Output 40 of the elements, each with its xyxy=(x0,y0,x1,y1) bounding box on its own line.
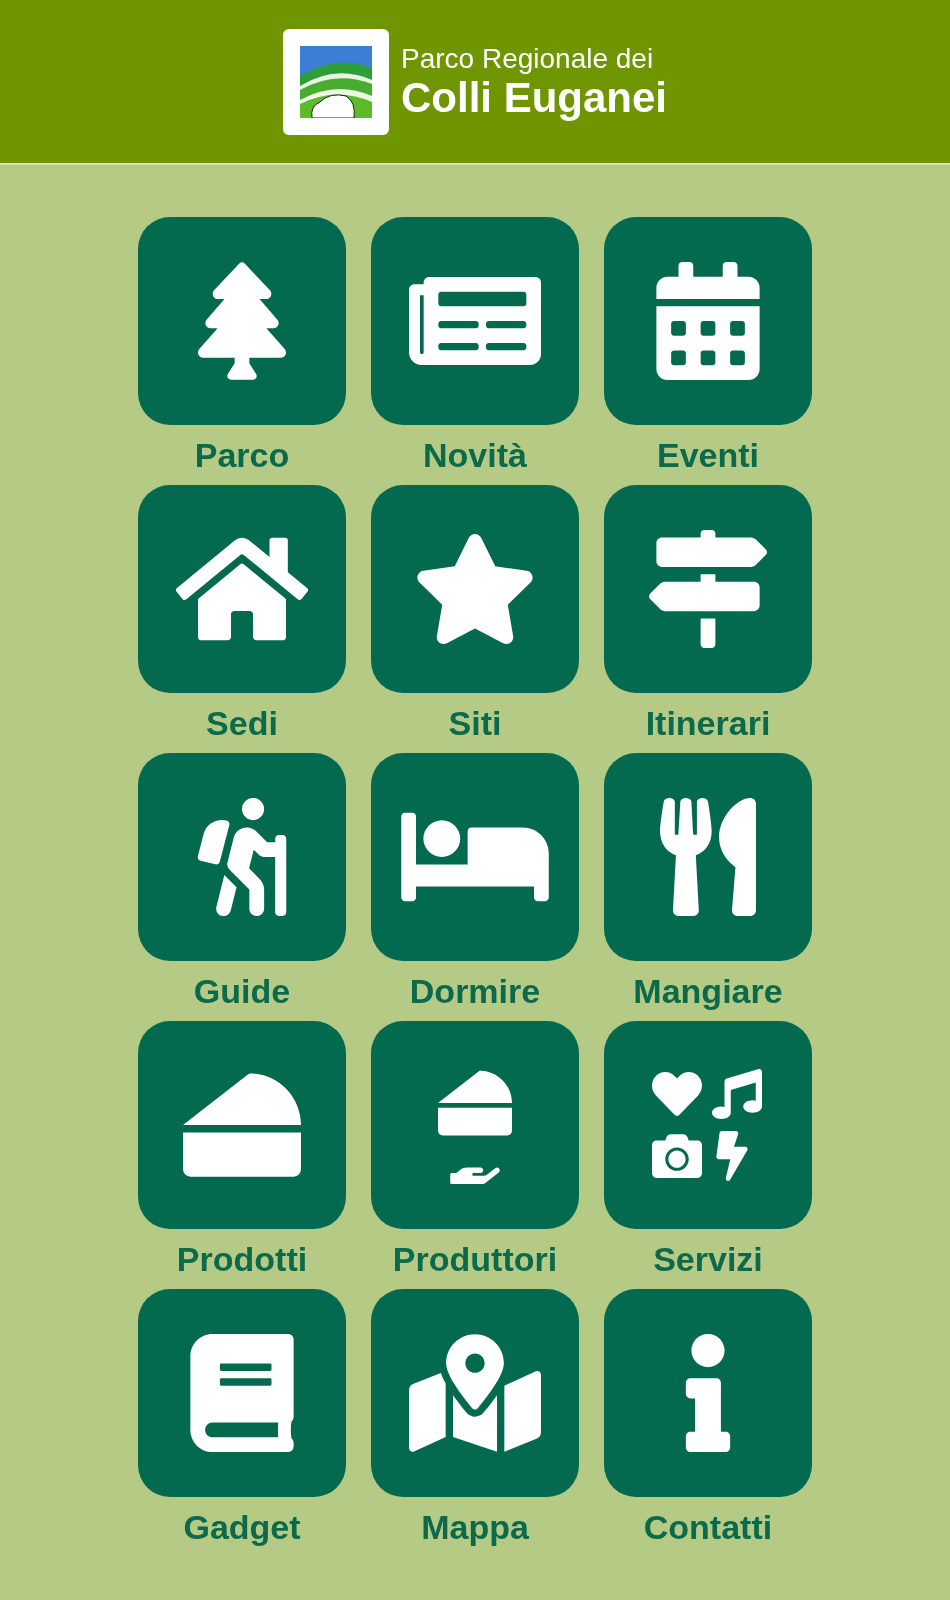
book-icon xyxy=(190,1334,294,1452)
menu-tile[interactable] xyxy=(371,1289,579,1497)
menu-label: Dormire xyxy=(409,971,541,1012)
menu-tile[interactable] xyxy=(138,1021,346,1229)
menu-label: Servizi xyxy=(653,1239,763,1280)
menu-tile[interactable] xyxy=(371,753,579,961)
menu-label: Siti xyxy=(448,703,502,744)
menu-label: Novità xyxy=(423,435,527,476)
menu-label: Parco xyxy=(194,435,290,476)
menu-tile[interactable] xyxy=(371,485,579,693)
logo-subtitle: Parco Regionale dei xyxy=(401,42,655,75)
calendar-icon xyxy=(656,262,760,380)
menu-tile[interactable] xyxy=(138,1289,346,1497)
menu-tile[interactable] xyxy=(138,753,346,961)
menu-label: Contatti xyxy=(643,1507,773,1548)
menu-label: Gadget xyxy=(183,1507,301,1548)
menu-label: Prodotti xyxy=(176,1239,308,1280)
menu-label: Produttori xyxy=(392,1239,558,1280)
menu-tile[interactable] xyxy=(138,217,346,425)
menu-label: Sedi xyxy=(206,703,278,744)
cutlery-icon xyxy=(660,798,756,916)
menu-tile[interactable] xyxy=(604,753,812,961)
logo-title: Colli Euganei xyxy=(401,74,667,121)
hiker-icon xyxy=(197,798,287,916)
menu-tile[interactable] xyxy=(604,1021,812,1229)
menu-label: Guide xyxy=(193,971,291,1012)
menu-tile[interactable] xyxy=(604,217,812,425)
menu-tile[interactable] xyxy=(604,485,812,693)
menu-label: Mangiare xyxy=(633,971,783,1012)
signpost-icon xyxy=(649,530,767,648)
menu-label: Mappa xyxy=(421,1507,529,1548)
menu-tile[interactable] xyxy=(371,217,579,425)
menu-tile[interactable] xyxy=(371,1021,579,1229)
tree-icon xyxy=(198,262,286,380)
menu-label: Eventi xyxy=(656,435,759,476)
map-pin-icon xyxy=(409,1334,541,1452)
menu-tile[interactable] xyxy=(604,1289,812,1497)
menu-tile[interactable] xyxy=(138,485,346,693)
park-logo-icon xyxy=(283,28,389,135)
menu-label: Itinerari xyxy=(645,703,771,744)
